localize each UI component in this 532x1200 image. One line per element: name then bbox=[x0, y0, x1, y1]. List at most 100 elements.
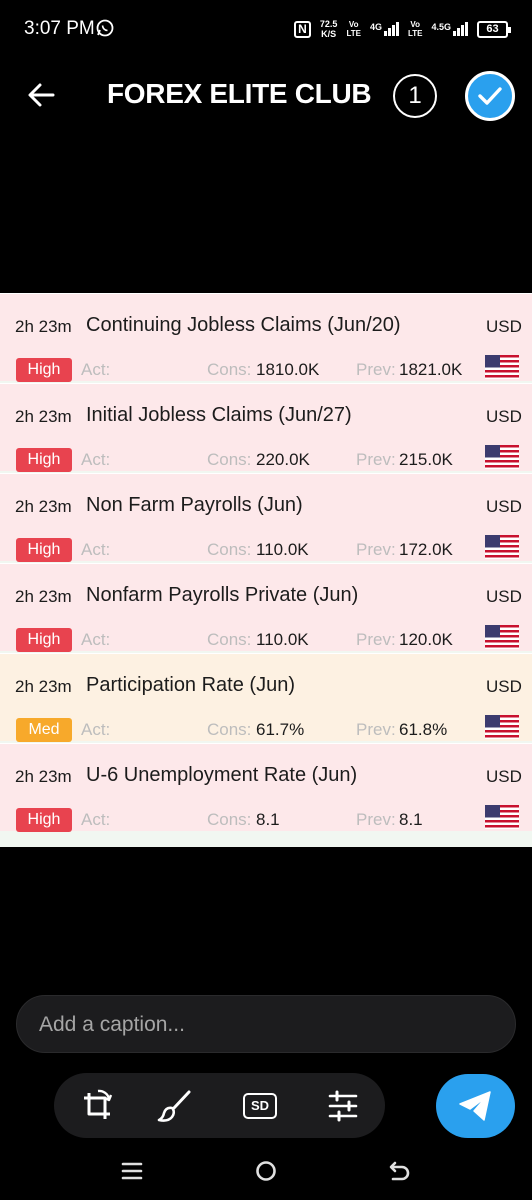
consensus-label: Cons: bbox=[207, 360, 252, 379]
us-flag-icon bbox=[485, 535, 519, 559]
consensus-value: 61.7% bbox=[256, 720, 305, 739]
home-icon[interactable] bbox=[252, 1158, 280, 1184]
previous-label: Prev: bbox=[356, 540, 396, 559]
status-time: 3:07 PM bbox=[24, 18, 95, 39]
consensus-value: 1810.0K bbox=[256, 360, 320, 379]
actual-label: Act: bbox=[81, 540, 111, 559]
send-icon bbox=[459, 1091, 491, 1121]
previous-label: Prev: bbox=[356, 630, 396, 649]
selection-count-badge[interactable]: 1 bbox=[393, 74, 437, 118]
calendar-event: 2h 23m Nonfarm Payrolls Private (Jun) US… bbox=[0, 563, 532, 652]
checkmark-icon bbox=[478, 87, 502, 105]
consensus-label: Cons: bbox=[207, 540, 252, 559]
calendar-event: 2h 23m Continuing Jobless Claims (Jun/20… bbox=[0, 293, 532, 382]
system-nav-bar bbox=[0, 1146, 532, 1200]
event-name: U-6 Unemployment Rate (Jun) bbox=[86, 764, 358, 786]
whatsapp-icon bbox=[96, 19, 114, 37]
header: FOREX ELITE CLUB 1 bbox=[0, 58, 532, 132]
actual-label: Act: bbox=[81, 630, 111, 649]
us-flag-icon bbox=[485, 715, 519, 739]
send-button[interactable] bbox=[436, 1074, 515, 1138]
volte-indicator-1: Vo LTE bbox=[346, 20, 361, 38]
previous-value: 215.0K bbox=[399, 450, 453, 469]
status-bar: 3:07 PM N 72.5 K/S Vo LTE 4G Vo LTE 4.5G… bbox=[0, 0, 532, 58]
actual-label: Act: bbox=[81, 810, 111, 829]
impact-badge: High bbox=[16, 538, 72, 562]
actual-label: Act: bbox=[81, 450, 111, 469]
event-currency: USD bbox=[486, 767, 522, 786]
volte-top-2: Vo bbox=[410, 20, 421, 29]
signal-bars-icon bbox=[453, 22, 468, 36]
select-done-button[interactable] bbox=[465, 71, 515, 121]
image-preview: 2h 23m Continuing Jobless Claims (Jun/20… bbox=[0, 293, 532, 847]
caption-input[interactable] bbox=[39, 1010, 479, 1040]
event-currency: USD bbox=[486, 677, 522, 696]
previous-value: 120.0K bbox=[399, 630, 453, 649]
previous-label: Prev: bbox=[356, 450, 396, 469]
event-currency: USD bbox=[486, 317, 522, 336]
signal-bars-icon bbox=[383, 22, 399, 36]
event-name: Initial Jobless Claims (Jun/27) bbox=[86, 404, 352, 426]
back-icon[interactable] bbox=[384, 1158, 412, 1184]
calendar-event: 2h 23m Initial Jobless Claims (Jun/27) U… bbox=[0, 383, 532, 472]
impact-badge: Med bbox=[16, 718, 72, 742]
edit-toolbar: SD bbox=[54, 1073, 385, 1138]
event-name: Nonfarm Payrolls Private (Jun) bbox=[86, 584, 359, 606]
consensus-value: 110.0K bbox=[256, 630, 309, 649]
event-currency: USD bbox=[486, 407, 522, 426]
event-time: 2h 23m bbox=[15, 677, 72, 696]
network-type-2: 4.5G bbox=[431, 22, 451, 32]
event-time: 2h 23m bbox=[15, 767, 72, 786]
volte-indicator-2: Vo LTE bbox=[408, 20, 423, 38]
consensus-label: Cons: bbox=[207, 810, 252, 829]
actual-label: Act: bbox=[81, 360, 111, 379]
brush-icon bbox=[157, 1090, 191, 1122]
event-time: 2h 23m bbox=[15, 587, 72, 606]
previous-label: Prev: bbox=[356, 360, 396, 379]
crop-button[interactable] bbox=[78, 1087, 116, 1125]
event-time: 2h 23m bbox=[15, 497, 72, 516]
event-currency: USD bbox=[486, 587, 522, 606]
previous-value: 1821.0K bbox=[399, 360, 463, 379]
consensus-value: 220.0K bbox=[256, 450, 310, 469]
us-flag-icon bbox=[485, 355, 519, 379]
calendar-event: 2h 23m Participation Rate (Jun) USD Med … bbox=[0, 653, 532, 742]
sd-quality-icon: SD bbox=[243, 1093, 277, 1119]
event-time: 2h 23m bbox=[15, 407, 72, 426]
consensus-label: Cons: bbox=[207, 630, 252, 649]
impact-badge: High bbox=[16, 358, 72, 382]
status-indicators: N 72.5 K/S Vo LTE 4G Vo LTE 4.5G 63 bbox=[293, 16, 511, 42]
event-currency: USD bbox=[486, 497, 522, 516]
draw-button[interactable] bbox=[156, 1087, 194, 1125]
calendar-event: 2h 23m Non Farm Payrolls (Jun) USD High … bbox=[0, 473, 532, 562]
adjust-button[interactable] bbox=[324, 1087, 362, 1125]
back-arrow-icon[interactable] bbox=[26, 80, 56, 110]
battery-icon: 63 bbox=[477, 20, 511, 38]
previous-label: Prev: bbox=[356, 720, 396, 739]
chat-title: FOREX ELITE CLUB bbox=[107, 78, 372, 109]
impact-badge: High bbox=[16, 628, 72, 652]
consensus-label: Cons: bbox=[207, 450, 252, 469]
volte-bottom: LTE bbox=[346, 29, 361, 38]
recents-icon[interactable] bbox=[118, 1158, 146, 1184]
speed-value: 72.5 bbox=[319, 19, 338, 29]
previous-value: 172.0K bbox=[399, 540, 453, 559]
network-speed: 72.5 K/S bbox=[320, 19, 338, 39]
previous-label: Prev: bbox=[356, 810, 396, 829]
consensus-label: Cons: bbox=[207, 720, 252, 739]
signal-2: 4.5G bbox=[431, 22, 468, 36]
consensus-value: 110.0K bbox=[256, 540, 309, 559]
calendar-event: 2h 23m U-6 Unemployment Rate (Jun) USD H… bbox=[0, 743, 532, 832]
nfc-icon: N bbox=[293, 20, 311, 38]
impact-badge: High bbox=[16, 808, 72, 832]
us-flag-icon bbox=[485, 805, 519, 829]
us-flag-icon bbox=[485, 445, 519, 469]
us-flag-icon bbox=[485, 625, 519, 649]
volte-bottom-2: LTE bbox=[407, 29, 423, 38]
actual-label: Act: bbox=[81, 720, 111, 739]
speed-unit: K/S bbox=[321, 29, 337, 39]
event-time: 2h 23m bbox=[15, 317, 72, 336]
caption-field[interactable] bbox=[16, 995, 516, 1053]
quality-button[interactable]: SD bbox=[241, 1087, 279, 1125]
volte-top: Vo bbox=[348, 20, 359, 29]
